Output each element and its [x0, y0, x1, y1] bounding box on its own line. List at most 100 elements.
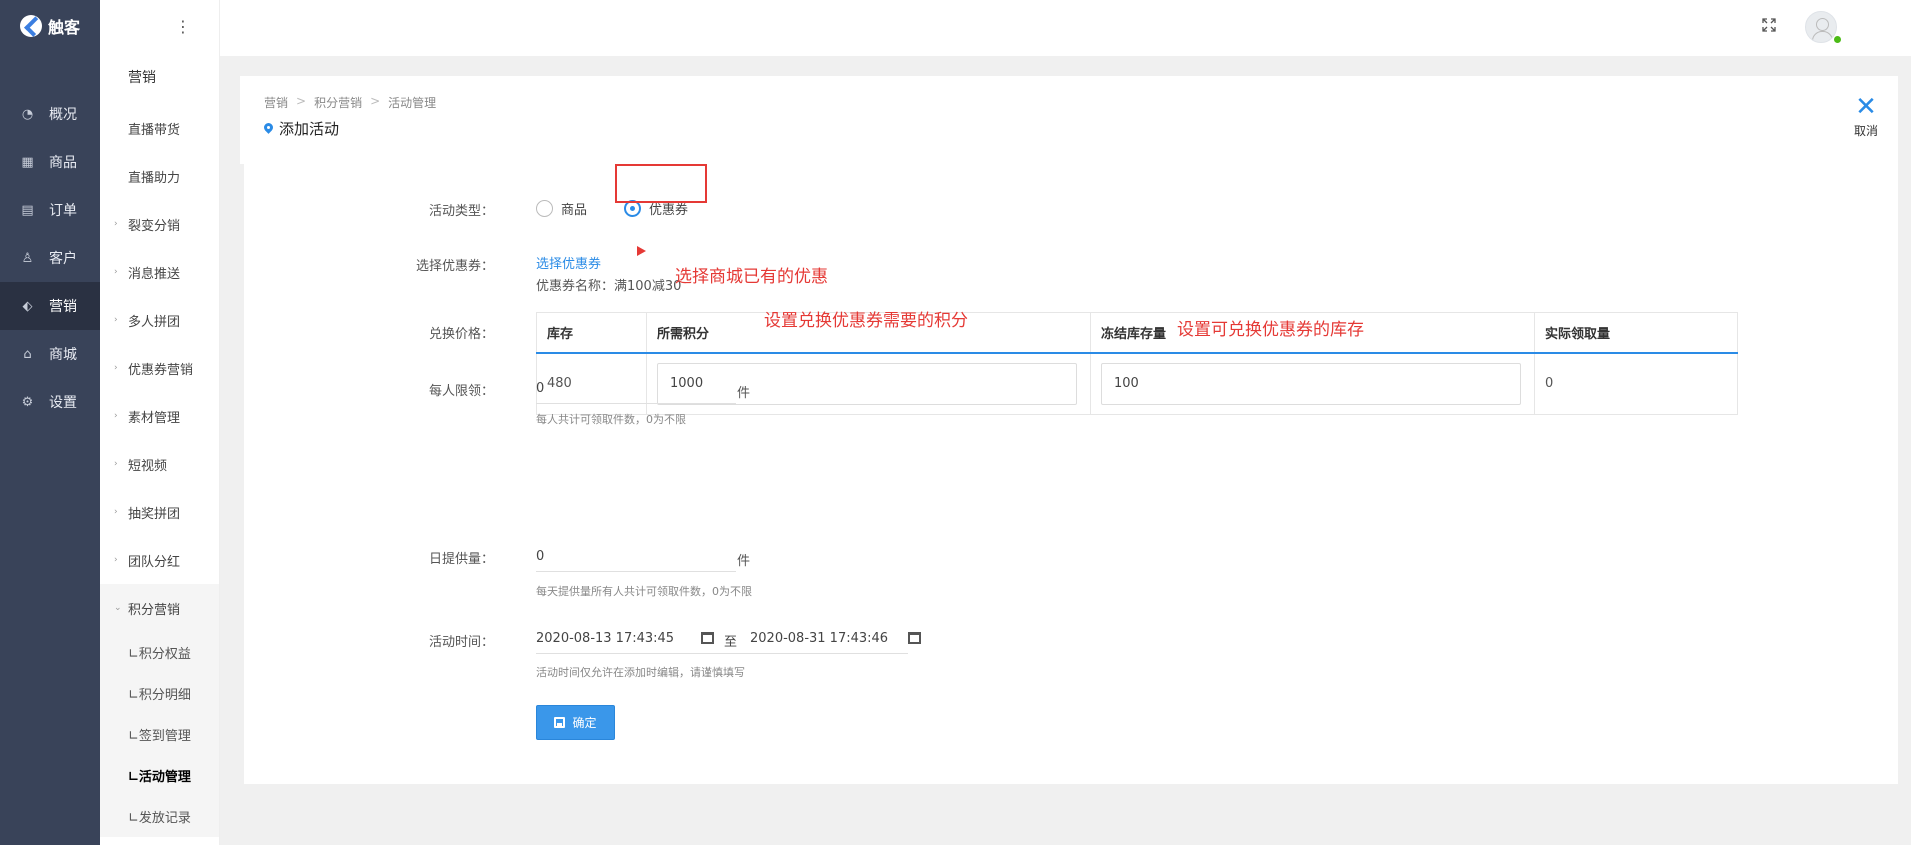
sub-nav-item-live-boost[interactable]: 直播助力 — [100, 152, 219, 200]
page-header: 营销 > 积分营销 > 活动管理 添加活动 ✕ 取消 — [240, 76, 1898, 164]
column-header: 库存 — [536, 312, 647, 354]
sub-nav-label: 优惠券营销 — [128, 362, 194, 378]
coupon-name: 优惠券名称：满100减30 — [536, 279, 682, 294]
table-header-row: 库存 所需积分 冻结库存量 实际领取量 — [536, 312, 1738, 354]
sub-nav-item-assets[interactable]: › 素材管理 — [100, 392, 219, 440]
chevron-right-icon: › — [114, 507, 118, 517]
activity-time-hint: 活动时间仅允许在添加时编辑，请谨慎填写 — [536, 666, 745, 679]
sub-nav-child-activity[interactable]: ∟活动管理 — [100, 755, 219, 796]
main-nav: ◔ 概况 ▦ 商品 ▤ 订单 ♙ 客户 ⬖ 营销 ⌂ 商城 ⚙ 设置 — [0, 90, 100, 426]
sub-nav-item-fission[interactable]: › 裂变分销 — [100, 200, 219, 248]
annotation-stock-note: 设置可兑换优惠券的库存 — [1177, 320, 1364, 340]
radio-label: 商品 — [561, 203, 588, 218]
sub-nav-label: 团队分红 — [128, 554, 181, 570]
cancel-button[interactable]: ✕ 取消 — [1853, 94, 1878, 139]
chevron-right-icon: › — [114, 315, 118, 325]
main-nav-label: 设置 — [49, 395, 77, 411]
chevron-right-icon: › — [114, 267, 118, 277]
daily-supply-unit: 件 — [737, 554, 751, 569]
frozen-cell: 100 — [1090, 352, 1535, 415]
main-sidebar: 触客 ◔ 概况 ▦ 商品 ▤ 订单 ♙ 客户 ⬖ 营销 ⌂ 商城 ⚙ 设置 — [0, 0, 100, 845]
sub-nav-title: 营销 — [128, 70, 156, 86]
sub-nav-item-coupon[interactable]: › 优惠券营销 — [100, 344, 219, 392]
online-status-dot — [1834, 36, 1841, 43]
save-icon — [554, 717, 566, 728]
submit-button[interactable]: 确定 — [536, 705, 615, 740]
sub-nav-label: 裂变分销 — [128, 218, 181, 234]
price-label: 兑换价格： — [428, 327, 494, 342]
chevron-right-icon: › — [114, 459, 118, 469]
sub-nav-item-team-bonus[interactable]: › 团队分红 — [100, 536, 219, 584]
main-nav-item-store[interactable]: ⌂ 商城 — [0, 330, 100, 378]
page-title: 添加活动 — [264, 118, 339, 139]
brand-logo[interactable]: 触客 — [0, 0, 100, 52]
main-nav-label: 概况 — [49, 107, 77, 123]
breadcrumb-separator: > — [296, 94, 307, 108]
daily-supply-hint: 每天提供量所有人共计可领取件数，0为不限 — [536, 585, 752, 598]
daily-supply-label: 日提供量： — [428, 552, 494, 567]
main-nav-item-customers[interactable]: ♙ 客户 — [0, 234, 100, 282]
annotation-coupon-note: 选择商城已有的优惠 — [675, 267, 828, 287]
location-pin-icon — [264, 123, 273, 135]
main-nav-item-orders[interactable]: ▤ 订单 — [0, 186, 100, 234]
breadcrumb-separator: > — [370, 94, 381, 108]
sub-nav-child-points-rights[interactable]: ∟积分权益 — [100, 632, 219, 673]
sub-nav-item-group-buy[interactable]: › 多人拼团 — [100, 296, 219, 344]
sub-nav-item-points[interactable]: ⌄ 积分营销 — [100, 584, 219, 632]
fullscreen-icon[interactable] — [1762, 18, 1776, 32]
main-nav-item-overview[interactable]: ◔ 概况 — [0, 90, 100, 138]
sub-nav-item-live-selling[interactable]: 直播带货 — [100, 104, 219, 152]
sub-nav-label: 直播助力 — [128, 170, 181, 186]
calendar-icon[interactable] — [701, 632, 714, 644]
sub-nav-label: 短视频 — [128, 458, 168, 474]
chevron-right-icon: › — [114, 411, 118, 421]
end-date-value: 2020-08-31 17:43:46 — [750, 631, 889, 646]
sub-nav-child-checkin[interactable]: ∟签到管理 — [100, 714, 219, 755]
per-person-unit: 件 — [737, 386, 751, 401]
top-bar — [220, 0, 1911, 56]
grid-icon: ▦ — [21, 154, 34, 170]
breadcrumb-item[interactable]: 积分营销 — [314, 94, 362, 111]
sub-nav-item-push[interactable]: › 消息推送 — [100, 248, 219, 296]
main-nav-item-settings[interactable]: ⚙ 设置 — [0, 378, 100, 426]
submit-label: 确定 — [572, 716, 597, 730]
calendar-icon[interactable] — [908, 632, 921, 644]
sub-nav-label: 积分营销 — [128, 602, 181, 618]
frozen-stock-input[interactable]: 100 — [1101, 362, 1521, 405]
main-nav-label: 营销 — [49, 299, 77, 315]
breadcrumb-item[interactable]: 营销 — [264, 94, 288, 111]
avatar[interactable] — [1805, 11, 1837, 43]
sub-nav-item-short-video[interactable]: › 短视频 — [100, 440, 219, 488]
gear-icon: ⚙ — [21, 394, 34, 410]
per-person-value: 0 — [536, 381, 545, 396]
chevron-right-icon: › — [114, 219, 118, 229]
main-nav-item-products[interactable]: ▦ 商品 — [0, 138, 100, 186]
daily-supply-value: 0 — [536, 549, 545, 564]
per-person-label: 每人限领： — [428, 384, 494, 399]
breadcrumb: 营销 > 积分营销 > 活动管理 — [264, 94, 436, 111]
date-separator: 至 — [724, 635, 738, 650]
sub-nav-label: 直播带货 — [128, 122, 181, 138]
calendar-icon: ▤ — [21, 202, 34, 218]
column-header: 实际领取量 — [1534, 312, 1738, 354]
sub-nav-child-records[interactable]: ∟发放记录 — [100, 796, 219, 837]
cancel-label: 取消 — [1853, 124, 1878, 138]
radio-circle — [536, 200, 553, 217]
main-nav-item-marketing[interactable]: ⬖ 营销 — [0, 282, 100, 330]
sub-nav-child-points-detail[interactable]: ∟积分明细 — [100, 673, 219, 714]
main-nav-label: 订单 — [49, 203, 77, 219]
daily-supply-input[interactable]: 0 — [536, 542, 736, 572]
dashboard-icon: ◔ — [21, 106, 34, 122]
activity-time-label: 活动时间： — [428, 635, 494, 650]
breadcrumb-item[interactable]: 活动管理 — [388, 94, 436, 111]
collapse-menu-button[interactable]: ⋮ — [100, 0, 219, 52]
activity-form: 活动类型： 商品 优惠券 选择优惠券： 选择优惠券 优惠券名称：满100减30 … — [244, 164, 1898, 784]
sub-nav-label: 抽奖拼团 — [128, 506, 181, 522]
radio-product[interactable]: 商品 — [536, 199, 587, 218]
frozen-value: 100 — [1114, 376, 1139, 392]
sub-nav-item-lottery[interactable]: › 抽奖拼团 — [100, 488, 219, 536]
date-range-picker[interactable]: 2020-08-13 17:43:45 至 2020-08-31 17:43:4… — [536, 624, 921, 654]
per-person-input[interactable]: 0 — [536, 374, 736, 404]
sub-nav-children: ∟积分权益 ∟积分明细 ∟签到管理 ∟活动管理 ∟发放记录 — [100, 632, 219, 837]
select-coupon-link[interactable]: 选择优惠券 — [536, 253, 601, 272]
